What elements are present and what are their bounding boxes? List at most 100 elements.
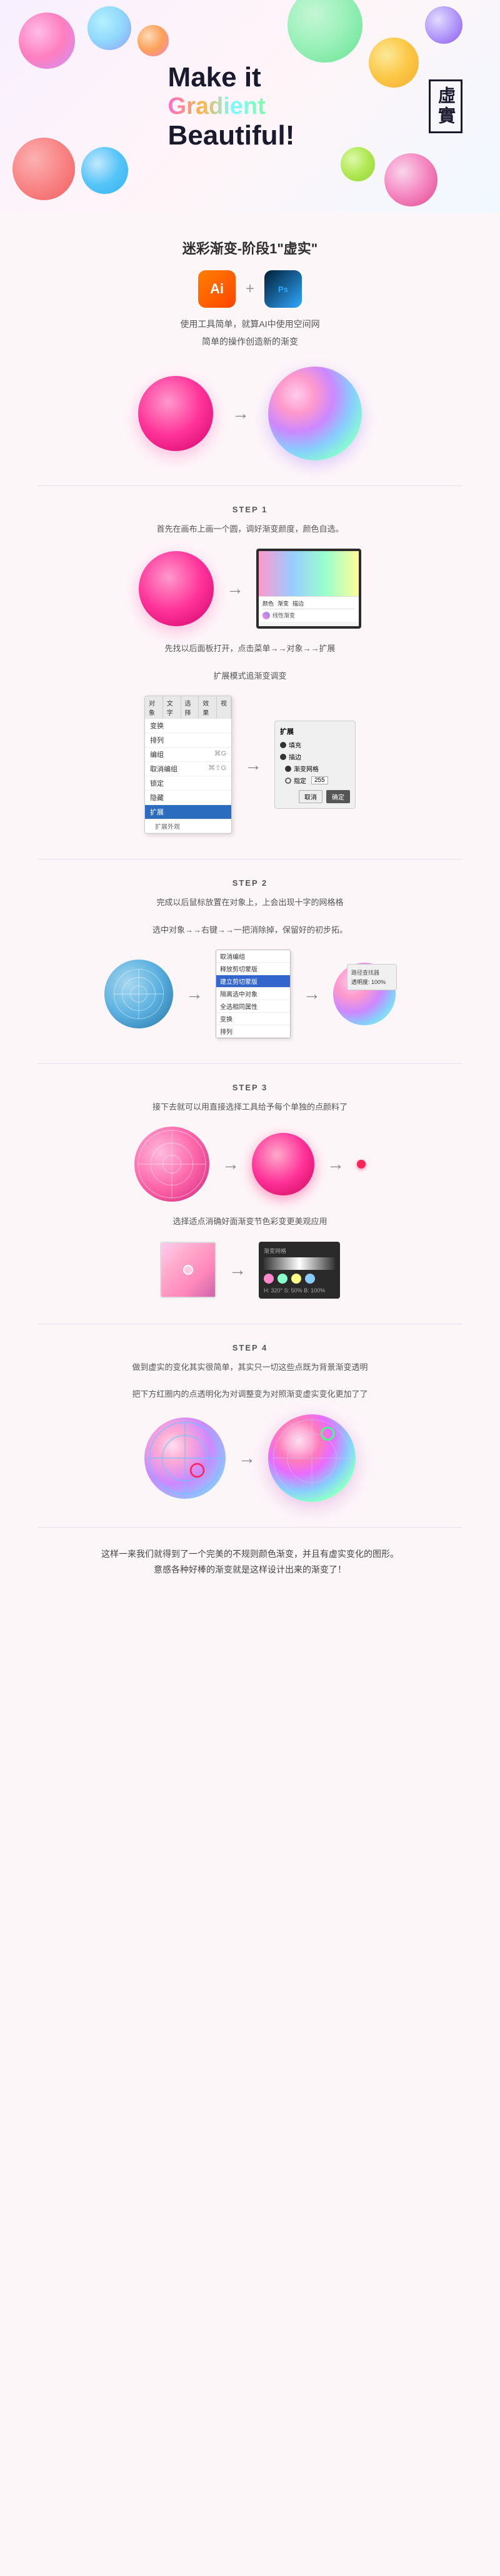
expand-stroke-label: 描边 — [289, 752, 301, 761]
plus-icon: + — [246, 280, 254, 298]
expand-option1: 填充 — [280, 740, 350, 749]
intro-circle-demo: → — [38, 367, 462, 460]
step2-visual: → 取消编组 释放剪切蒙版 建立剪切蒙版 隔离选中对象 全选相同属性 变换 排列… — [38, 950, 462, 1038]
crosshair-overlay — [104, 960, 173, 1028]
stop4 — [305, 1274, 315, 1284]
bubble-1 — [19, 13, 75, 69]
step1-arrow: → — [226, 579, 244, 599]
step4-section: STEP 4 做到虚实的变化其实很简单，其实只一切这些点既为背景渐变透明 把下方… — [38, 1343, 462, 1502]
bubble-8 — [81, 147, 128, 194]
step2-mini-panel: 路径查找器 透明度: 100% — [347, 964, 397, 990]
menu-header: 对象 文字 选择 效果 视 — [145, 696, 231, 719]
step1-screenshot-inner: 颜色 渐变 描边 线性渐变 — [259, 551, 359, 626]
ai-label: Ai — [210, 281, 224, 297]
arrow-1: → — [232, 403, 249, 423]
expand-panel: 扩展 填充 描边 渐变网格 指定 2 — [274, 721, 356, 809]
bubble-9 — [341, 147, 375, 181]
step2-panel-mini: 路径查找器 透明度: 100% — [347, 964, 397, 990]
step3-red-dot — [357, 1160, 366, 1169]
step1-desc2: 先找以后面板打开，点击菜单→→对象→→扩展 — [38, 641, 462, 656]
bubble-4 — [288, 0, 362, 63]
radio-mesh — [285, 766, 291, 772]
bubble-10 — [384, 153, 438, 206]
stroke-label: 描边 — [292, 599, 304, 607]
ps-label: Ps — [278, 285, 288, 294]
gp-bar — [264, 1257, 335, 1270]
circle-pink-basic — [138, 376, 213, 451]
step1-circle — [139, 551, 214, 626]
ps-icon: Ps — [264, 270, 302, 308]
step3b-texture — [160, 1242, 216, 1298]
gp-label: H: 320° S: 50% B: 100% — [264, 1287, 335, 1294]
expand-option2: 描边 — [280, 752, 350, 761]
bubble-7 — [12, 138, 75, 200]
step1-menu-row: 对象 文字 选择 效果 视 变换 排列 编组 ⌘G 取消编组 ⌘⇧G 锁定 隐藏 — [38, 696, 462, 834]
menu-transform: 变换 — [145, 719, 231, 733]
step1-desc1: 首先在画布上画一个圆，调好渐变颜度，颜色自选。 — [38, 522, 462, 536]
step2-desc2: 选中对象→→右键→→一把消除掉，保留好的初步拓。 — [38, 923, 462, 937]
step1-label: STEP 1 — [38, 505, 462, 514]
stop2 — [278, 1274, 288, 1284]
expand-specify-label: 指定 — [294, 776, 306, 785]
circle-rainbow-basic — [268, 367, 362, 460]
menu-text: 文字 — [163, 696, 181, 719]
bubble-5 — [369, 38, 419, 88]
expand-fill-label: 填充 — [289, 740, 301, 749]
hero-title-block: Make it Gradient Beautiful! — [168, 62, 295, 151]
pd-row4: 隔离选中对象 — [216, 988, 290, 1000]
step2-circle-cross — [104, 960, 173, 1028]
step1-section: STEP 1 首先在画布上画一个圆，调好渐变颜度，颜色自选。 → 颜色 渐变 描… — [38, 505, 462, 834]
step1-menu-sim: 对象 文字 选择 效果 视 变换 排列 编组 ⌘G 取消编组 ⌘⇧G 锁定 隐藏 — [144, 696, 232, 834]
step4-visual: → — [38, 1414, 462, 1502]
menu-view: 视 — [217, 696, 231, 719]
gp-stops — [264, 1274, 335, 1284]
expand-title: 扩展 — [280, 726, 350, 736]
hero-line3: Beautiful! — [168, 120, 295, 151]
mp-row1: 路径查找器 — [351, 968, 392, 976]
step4-desc1: 做到虚实的变化其实很简单，其实只一切这些点既为背景渐变透明 — [38, 1360, 462, 1374]
step3b-gradient-panel: 渐变网格 H: 320° S: 50% B: 100% — [259, 1242, 340, 1299]
step3-crosshair — [134, 1127, 209, 1202]
pd-row6: 变换 — [216, 1013, 290, 1025]
step4-arrow: → — [238, 1448, 256, 1468]
step1-screenshot: 颜色 渐变 描边 线性渐变 — [256, 549, 361, 629]
section-title: 迷彩渐变-阶段1"虚实" — [38, 238, 462, 258]
step4-label: STEP 4 — [38, 1343, 462, 1352]
radio-specify — [285, 778, 291, 784]
menu-obj: 对象 — [145, 696, 163, 719]
screenshot-menu-bar: 颜色 渐变 描边 线性渐变 — [259, 596, 359, 622]
radio-fill — [280, 742, 286, 748]
ok-button[interactable]: 确定 — [326, 790, 350, 803]
divider-2 — [38, 859, 462, 860]
expand-buttons: 取消 确定 — [280, 790, 350, 803]
step3-arrow2: → — [327, 1154, 344, 1174]
step1-desc3: 扩展模式追渐变调变 — [38, 669, 462, 683]
cancel-button[interactable]: 取消 — [299, 790, 322, 803]
menu-arrange: 排列 — [145, 733, 231, 748]
step2-panel-wrapper: 取消编组 释放剪切蒙版 建立剪切蒙版 隔离选中对象 全选相同属性 变换 排列 — [216, 950, 291, 1038]
mp-row2: 透明度: 100% — [351, 978, 392, 986]
menu-effect: 效果 — [199, 696, 217, 719]
step2-arrow2: → — [303, 984, 321, 1004]
bubble-2 — [88, 6, 131, 50]
pd-row3-selected[interactable]: 建立剪切蒙版 — [216, 975, 290, 988]
step3b-arrow: → — [229, 1260, 246, 1280]
expand-suboption1: 渐变网格 — [285, 764, 350, 773]
menu-select: 选择 — [181, 696, 199, 719]
divider-5 — [38, 1527, 462, 1528]
app-icons-row: Ai + Ps — [38, 270, 462, 308]
pd-row2: 释放剪切蒙版 — [216, 963, 290, 975]
menu-expand[interactable]: 扩展 — [145, 805, 231, 819]
hero-side-text: 虛實 — [429, 79, 462, 133]
step4-circle-wrap — [144, 1417, 226, 1499]
gradient-icon-small — [262, 612, 270, 619]
menu-hide: 隐藏 — [145, 791, 231, 805]
divider-1 — [38, 485, 462, 486]
stop3 — [291, 1274, 301, 1284]
main-content: 迷彩渐变-阶段1"虚实" Ai + Ps 使用工具简单，就算AI中使用空间网 简… — [0, 213, 500, 1621]
step1-visual-row1: → 颜色 渐变 描边 线性渐变 — [38, 549, 462, 629]
gradient-type-label: 线性渐变 — [272, 611, 295, 619]
menu-group: 编组 ⌘G — [145, 748, 231, 762]
step3-circle-cross — [134, 1127, 209, 1202]
expand-sub-options: 渐变网格 指定 255 — [285, 764, 350, 785]
